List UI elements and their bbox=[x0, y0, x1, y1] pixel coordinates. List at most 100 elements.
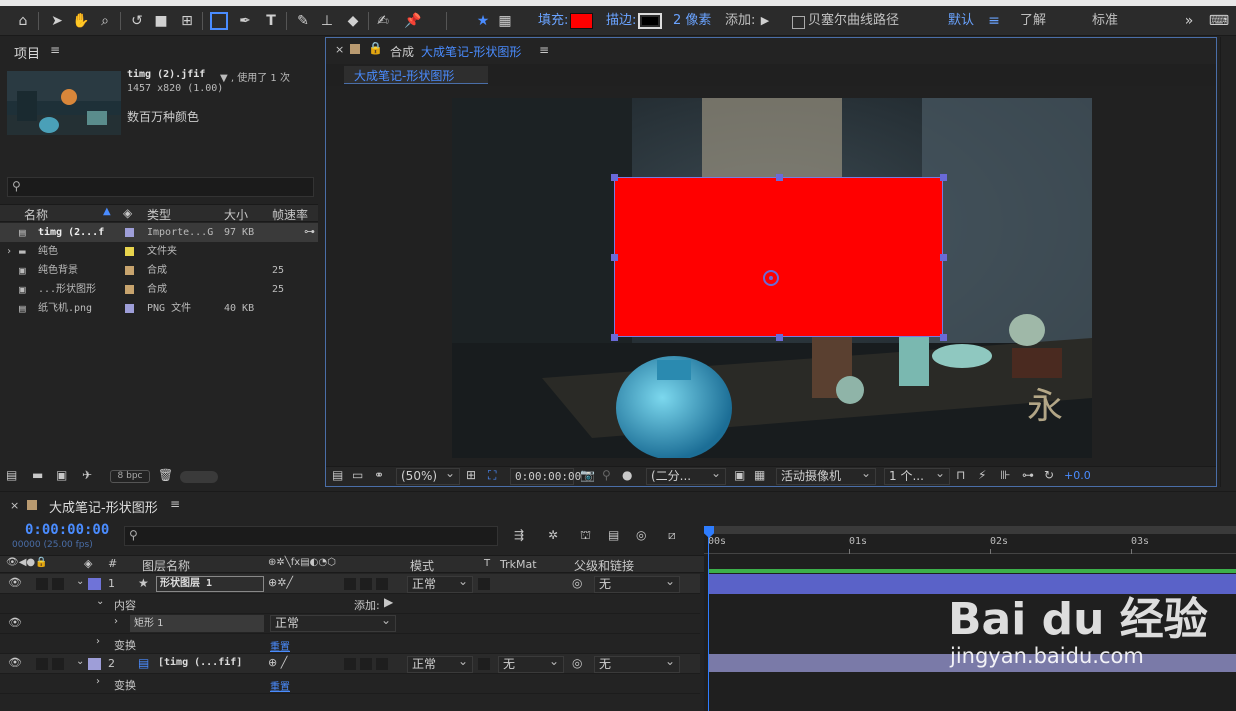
draft-3d-icon[interactable]: ✲ bbox=[548, 528, 558, 542]
camera-tool-icon[interactable]: ■ bbox=[152, 12, 170, 30]
column-fps[interactable]: 帧速率 bbox=[272, 206, 308, 223]
timeline-icon[interactable]: ⊪ bbox=[1000, 468, 1010, 482]
close-icon[interactable]: × bbox=[335, 43, 344, 56]
stroke-label[interactable]: 描边: bbox=[606, 13, 636, 29]
layer-label-color[interactable] bbox=[88, 578, 101, 590]
stroke-width-value[interactable]: 2 像素 bbox=[673, 13, 711, 29]
lock-box[interactable] bbox=[52, 658, 64, 670]
project-scrollbar[interactable] bbox=[180, 471, 218, 483]
switch-box[interactable] bbox=[360, 658, 372, 670]
column-parent[interactable]: 父级和链接 bbox=[574, 557, 634, 574]
column-layer-name[interactable]: 图层名称 bbox=[142, 557, 190, 574]
label-tag-icon[interactable]: ◈ bbox=[123, 206, 132, 220]
solo-box[interactable] bbox=[36, 578, 48, 590]
preserve-transparency-box[interactable] bbox=[478, 578, 490, 590]
bounding-box-handle[interactable] bbox=[775, 174, 783, 181]
item-label-swatch[interactable] bbox=[125, 228, 134, 237]
contents-row[interactable]: ⌄ 内容 添加: ▶ bbox=[0, 594, 700, 614]
puppet-pin-tool-icon[interactable]: 📌 bbox=[404, 12, 422, 30]
add-label[interactable]: 添加: bbox=[354, 597, 380, 613]
preserve-transparency-box[interactable] bbox=[478, 658, 490, 670]
project-search-input[interactable]: ⚲ bbox=[7, 177, 314, 197]
switch-box[interactable] bbox=[376, 658, 388, 670]
panel-menu-icon[interactable]: ≡ bbox=[539, 43, 549, 57]
bpc-toggle[interactable]: 8 bpc bbox=[110, 470, 150, 483]
trash-icon[interactable]: 🗑 bbox=[158, 468, 173, 482]
parent-dropdown[interactable]: 无 bbox=[594, 574, 680, 593]
project-item-row[interactable]: ▣ 纯色背景 合成 25 bbox=[0, 261, 318, 280]
layer-mode-dropdown[interactable]: 正常 bbox=[407, 654, 473, 673]
interpret-footage-icon[interactable]: ▤ bbox=[6, 468, 17, 482]
vr-goggles-icon[interactable]: ⚭ bbox=[374, 468, 384, 482]
column-trkmat[interactable]: TrkMat bbox=[500, 558, 537, 571]
bounding-box-handle[interactable] bbox=[940, 174, 947, 181]
layer-row-1[interactable]: 👁 ⌄ 1 ★ 形状图层 1 ⊕✲╱ 正常 ◎ 无 bbox=[0, 574, 700, 594]
chevron-down-icon[interactable]: ⌄ bbox=[76, 576, 84, 587]
layer-name[interactable]: 形状图层 1 bbox=[156, 576, 264, 592]
workspace-learn[interactable]: 了解 bbox=[1020, 13, 1046, 29]
workspace-default[interactable]: 默认 bbox=[948, 13, 974, 29]
rectangle-row[interactable]: 👁 › 矩形 1 正常 bbox=[0, 613, 700, 634]
fill-label[interactable]: 填充: bbox=[538, 13, 568, 29]
rectangle-group-name[interactable]: 矩形 1 bbox=[130, 615, 264, 632]
switch-box[interactable] bbox=[360, 578, 372, 590]
flowchart-icon[interactable]: ⊶ bbox=[1022, 468, 1034, 482]
anchor-point-handle[interactable] bbox=[763, 270, 779, 286]
chevron-right-icon[interactable]: › bbox=[96, 676, 100, 687]
exposure-value[interactable]: +0.0 bbox=[1064, 469, 1091, 482]
always-preview-icon[interactable]: ▤ bbox=[332, 468, 343, 482]
home-icon[interactable]: ⌂ bbox=[14, 12, 32, 30]
text-tool-icon[interactable]: T bbox=[262, 12, 280, 30]
flowchart-icon[interactable]: ⊶ bbox=[304, 225, 315, 238]
panel-menu-icon[interactable]: ≡ bbox=[170, 497, 180, 511]
views-dropdown[interactable]: 1 个... bbox=[884, 466, 950, 485]
reset-exposure-icon[interactable]: ↻ bbox=[1044, 468, 1054, 482]
eraser-tool-icon[interactable]: ◆ bbox=[344, 12, 362, 30]
bounding-box-handle[interactable] bbox=[940, 334, 947, 341]
checker-icon[interactable]: ▦ bbox=[496, 12, 514, 30]
switch-box[interactable] bbox=[344, 658, 356, 670]
bounding-box-handle[interactable] bbox=[611, 174, 618, 181]
clone-stamp-tool-icon[interactable]: ⊥ bbox=[318, 12, 336, 30]
panel-menu-icon[interactable]: ≡ bbox=[50, 43, 60, 57]
chevron-right-icon[interactable]: › bbox=[6, 242, 12, 261]
close-icon[interactable]: × bbox=[10, 499, 19, 512]
label-tag-icon[interactable]: ◈ bbox=[84, 557, 92, 570]
switch-icons[interactable]: ⊕✲╱ bbox=[268, 576, 293, 589]
parent-dropdown[interactable]: 无 bbox=[594, 654, 680, 673]
transform-row[interactable]: › 变换 重置 bbox=[0, 674, 700, 694]
switch-box[interactable] bbox=[376, 578, 388, 590]
rectangle-tool-icon[interactable] bbox=[210, 12, 228, 30]
shy-layers-icon[interactable]: ⛫ bbox=[580, 528, 591, 544]
camera-dropdown[interactable]: 活动摄像机 bbox=[776, 466, 876, 485]
rectangle-shape[interactable] bbox=[614, 177, 943, 337]
pan-behind-tool-icon[interactable]: ⊞ bbox=[178, 12, 196, 30]
transform-row[interactable]: › 变换 重置 bbox=[0, 634, 700, 654]
switch-icons[interactable]: ⊕ ╱ bbox=[268, 656, 287, 669]
layer-1-duration-bar[interactable] bbox=[708, 574, 1236, 594]
monitor-icon[interactable]: ▭ bbox=[352, 468, 363, 482]
chevron-right-icon[interactable]: » bbox=[1180, 12, 1198, 30]
rectangle-blend-dropdown[interactable]: 正常 bbox=[270, 613, 396, 632]
timeline-timecode[interactable]: 0:00:00:00 bbox=[25, 522, 109, 538]
flowchart-icon[interactable]: ✈ bbox=[82, 468, 92, 482]
bounding-box-handle[interactable] bbox=[940, 254, 947, 261]
column-type[interactable]: 类型 bbox=[147, 206, 171, 223]
project-item-row[interactable]: ▣ ...形状图形 合成 25 bbox=[0, 280, 318, 299]
chevron-right-icon[interactable]: › bbox=[114, 616, 118, 627]
timeline-search-input[interactable]: ⚲ bbox=[124, 526, 498, 546]
switches-icons[interactable]: ⊕✲╲fx▤◐◔⬡ bbox=[268, 557, 336, 568]
reset-link[interactable]: 重置 bbox=[270, 638, 290, 653]
workspace-standard[interactable]: 标准 bbox=[1092, 13, 1118, 29]
zoom-dropdown[interactable]: (50%) bbox=[396, 466, 460, 485]
layer-mode-dropdown[interactable]: 正常 bbox=[407, 574, 473, 593]
project-item-row[interactable]: ▤ timg (2...f Importe...G 97 KB bbox=[0, 223, 318, 242]
item-label-swatch[interactable] bbox=[125, 247, 134, 256]
playhead-line[interactable] bbox=[708, 530, 709, 711]
stroke-color-swatch[interactable] bbox=[638, 13, 662, 29]
show-snapshot-icon[interactable]: ⚲ bbox=[602, 468, 611, 482]
reset-link[interactable]: 重置 bbox=[270, 678, 290, 693]
channel-icon[interactable]: ● bbox=[622, 468, 632, 482]
fast-preview-icon[interactable]: ⚡ bbox=[978, 468, 986, 482]
trkmat-dropdown[interactable]: 无 bbox=[498, 654, 564, 673]
